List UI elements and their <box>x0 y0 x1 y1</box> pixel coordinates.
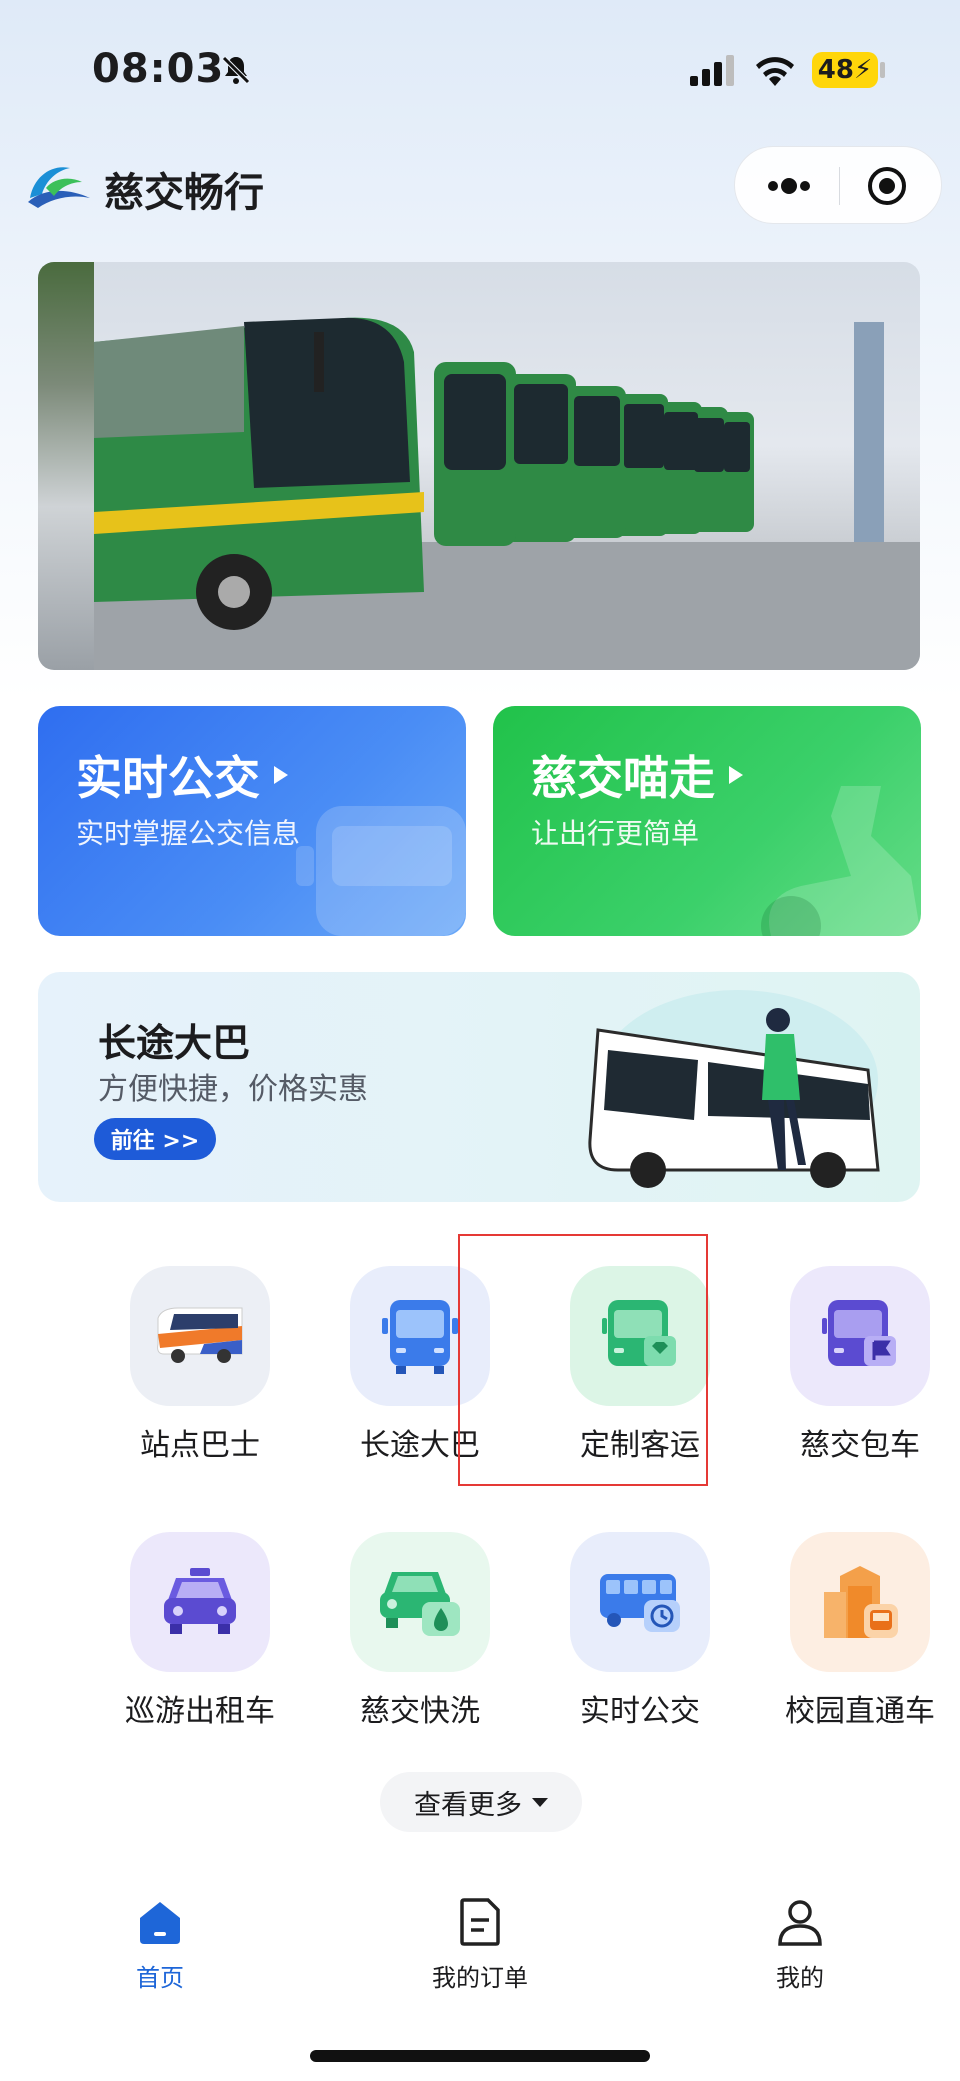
battery-indicator: 48 ⚡ <box>812 52 878 88</box>
service-car-wash[interactable]: 慈交快洗 <box>300 1532 520 1742</box>
car-wash-icon <box>350 1532 490 1672</box>
realtime-bus-icon <box>570 1532 710 1672</box>
card-subtitle: 让出行更简单 <box>531 817 700 850</box>
service-taxi[interactable]: 巡游出租车 <box>80 1532 300 1742</box>
tab-label: 首页 <box>136 1964 184 1992</box>
service-campus-bus[interactable]: 校园直通车 <box>740 1532 960 1742</box>
card-title-text: 实时公交 <box>76 751 260 805</box>
card-title: 实时公交 <box>76 742 288 808</box>
tab-label: 我的 <box>776 1964 824 1992</box>
miniprogram-capsule[interactable] <box>734 146 942 224</box>
wifi-icon <box>756 57 794 86</box>
scooter-watermark-icon <box>761 786 921 936</box>
service-custom-bus[interactable]: 定制客运 <box>520 1266 740 1476</box>
cellular-signal-icon <box>690 55 734 86</box>
cijiao-miaozou-card[interactable]: 慈交喵走 让出行更简单 <box>493 706 921 936</box>
coach-bus-icon <box>350 1266 490 1406</box>
order-document-icon <box>460 1898 500 1946</box>
close-miniprogram-icon[interactable] <box>865 164 909 208</box>
charter-bus-icon <box>790 1266 930 1406</box>
service-label: 校园直通车 <box>785 1694 935 1729</box>
service-shuttle-bus[interactable]: 站点巴士 <box>80 1266 300 1476</box>
bell-muted-icon <box>222 56 250 84</box>
capsule-divider <box>839 167 840 205</box>
service-label: 慈交快洗 <box>360 1694 480 1729</box>
bus-watermark-icon <box>296 806 466 936</box>
banner-previous-slide[interactable] <box>38 262 94 670</box>
realtime-bus-card[interactable]: 实时公交 实时掌握公交信息 <box>38 706 466 936</box>
taxi-icon <box>130 1532 270 1672</box>
service-label: 慈交包车 <box>800 1428 920 1463</box>
tab-my-orders[interactable]: 我的订单 <box>400 1896 560 1996</box>
caret-down-icon <box>532 1797 548 1807</box>
user-icon <box>778 1900 822 1946</box>
arrow-right-icon <box>729 766 743 784</box>
bus-fleet-image <box>94 317 920 670</box>
home-indicator <box>310 2050 650 2062</box>
battery-level: 48 <box>817 55 854 85</box>
card-subtitle: 实时掌握公交信息 <box>76 817 301 850</box>
tab-home[interactable]: 首页 <box>80 1896 240 1996</box>
go-button[interactable]: 前往 >> <box>94 1118 216 1160</box>
arrow-right-icon <box>274 766 288 784</box>
more-options-icon[interactable] <box>763 171 815 201</box>
shuttle-bus-icon <box>130 1266 270 1406</box>
view-more-label: 查看更多 <box>414 1789 522 1821</box>
status-time: 08:03 <box>92 46 225 92</box>
service-label: 实时公交 <box>580 1694 700 1729</box>
service-label: 长途大巴 <box>360 1428 480 1463</box>
banner-carousel[interactable] <box>94 262 920 670</box>
app-title: 慈交畅行 <box>104 170 264 216</box>
campus-bus-icon <box>790 1532 930 1672</box>
app-logo <box>28 167 90 208</box>
service-coach-bus[interactable]: 长途大巴 <box>300 1266 520 1476</box>
status-bar: 08:03 48 ⚡ <box>0 0 960 140</box>
home-icon <box>140 1902 180 1944</box>
charging-bolt-icon: ⚡ <box>853 55 873 85</box>
service-label: 巡游出租车 <box>125 1694 275 1729</box>
view-more-button[interactable]: 查看更多 <box>380 1772 582 1832</box>
tab-label: 我的订单 <box>432 1964 528 1992</box>
service-label: 定制客运 <box>580 1428 700 1463</box>
battery-cap <box>880 62 885 78</box>
bus-passenger-illustration <box>588 990 880 1188</box>
service-realtime-bus[interactable]: 实时公交 <box>520 1532 740 1742</box>
custom-bus-icon <box>570 1266 710 1406</box>
service-label: 站点巴士 <box>140 1428 260 1463</box>
tab-profile[interactable]: 我的 <box>720 1896 880 1996</box>
long-bus-subtitle: 方便快捷，价格实惠 <box>98 1072 368 1107</box>
card-title-text: 慈交喵走 <box>531 751 715 805</box>
long-bus-title: 长途大巴 <box>98 1021 251 1065</box>
card-title: 慈交喵走 <box>531 742 743 808</box>
long-distance-bus-banner[interactable]: 长途大巴 方便快捷，价格实惠 前往 >> <box>38 972 920 1202</box>
service-charter-bus[interactable]: 慈交包车 <box>740 1266 960 1476</box>
